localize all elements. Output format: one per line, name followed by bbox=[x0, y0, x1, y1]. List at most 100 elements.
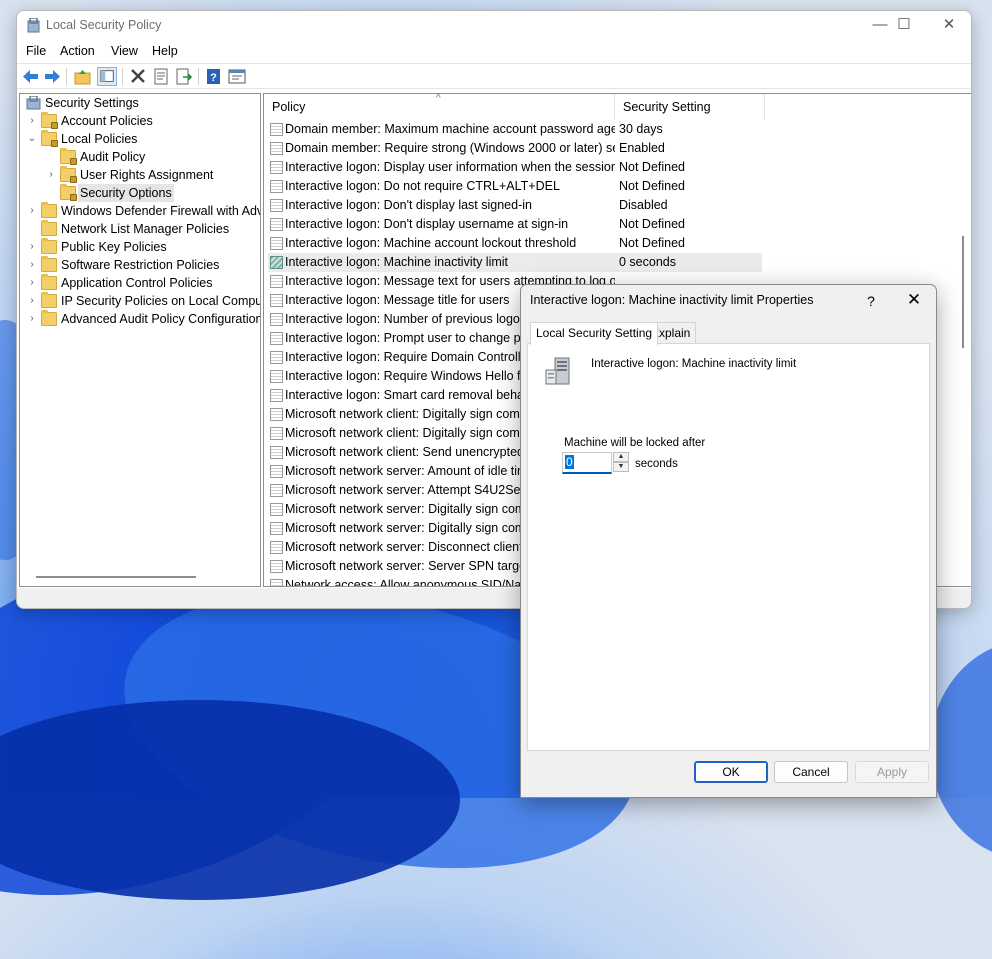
column-header-policy[interactable]: Policy ^ bbox=[264, 94, 615, 120]
menu-help[interactable]: Help bbox=[152, 44, 178, 58]
spin-down-button[interactable]: ▼ bbox=[613, 462, 629, 472]
policy-icon bbox=[270, 465, 283, 478]
policy-name: Interactive logon: Don't display usernam… bbox=[285, 217, 569, 231]
folder-icon bbox=[41, 130, 58, 147]
policy-icon bbox=[270, 332, 283, 345]
tree-item-label: Security Options bbox=[78, 184, 174, 202]
policy-icon bbox=[270, 484, 283, 497]
folder-icon bbox=[41, 202, 57, 218]
menu-file[interactable]: File bbox=[26, 44, 46, 58]
back-icon[interactable] bbox=[21, 67, 41, 86]
cancel-button[interactable]: Cancel bbox=[774, 761, 848, 783]
policy-icon bbox=[270, 446, 283, 459]
collapse-icon[interactable]: ⌄ bbox=[26, 130, 38, 148]
sort-ascending-icon: ^ bbox=[436, 93, 441, 104]
ok-button[interactable]: OK bbox=[694, 761, 768, 783]
dialog-title: Interactive logon: Machine inactivity li… bbox=[530, 293, 814, 307]
policy-icon bbox=[270, 123, 283, 136]
tree-item-label: Account Policies bbox=[61, 114, 153, 128]
policy-icon bbox=[270, 351, 283, 364]
tree-horizontal-scrollbar[interactable] bbox=[36, 576, 196, 578]
export-list-icon[interactable] bbox=[174, 67, 194, 86]
expand-icon[interactable]: › bbox=[26, 238, 38, 256]
policy-icon bbox=[270, 313, 283, 326]
close-button[interactable]: ✕ bbox=[926, 11, 971, 41]
policy-setting: Not Defined bbox=[619, 160, 686, 174]
policy-setting: Not Defined bbox=[619, 236, 686, 250]
policy-name: Interactive logon: Machine inactivity li… bbox=[285, 255, 509, 269]
policy-row[interactable]: Interactive logon: Machine inactivity li… bbox=[268, 253, 762, 272]
tree-item-label: Audit Policy bbox=[80, 150, 146, 164]
lock-overlay-icon bbox=[70, 176, 77, 183]
security-policy-app-icon bbox=[27, 18, 40, 33]
up-folder-icon[interactable] bbox=[73, 67, 93, 86]
policy-row[interactable]: Interactive logon: Don't display last si… bbox=[268, 196, 762, 215]
policy-row[interactable]: Interactive logon: Don't display usernam… bbox=[268, 215, 762, 234]
svg-text:?: ? bbox=[210, 72, 217, 84]
tree-pane[interactable]: Security Settings › Account Policies ⌄ Loca… bbox=[19, 93, 261, 587]
folder-icon bbox=[41, 274, 57, 290]
tree-item-label: IP Security Policies on Local Compute bbox=[61, 294, 261, 308]
delete-icon[interactable] bbox=[128, 67, 148, 86]
policy-icon bbox=[270, 389, 283, 402]
policy-setting: Not Defined bbox=[619, 217, 686, 231]
folder-icon bbox=[41, 256, 57, 272]
inactivity-seconds-value: 0 bbox=[565, 455, 574, 469]
policy-name: Domain member: Maximum machine account p… bbox=[285, 122, 615, 136]
policy-setting: Disabled bbox=[619, 198, 668, 212]
lock-overlay-icon bbox=[70, 194, 77, 201]
spin-up-button[interactable]: ▲ bbox=[613, 452, 629, 462]
policy-row[interactable]: Domain member: Require strong (Windows 2… bbox=[268, 139, 762, 158]
expand-icon[interactable]: › bbox=[26, 112, 38, 130]
policy-setting: 0 seconds bbox=[619, 255, 676, 269]
expand-icon[interactable]: › bbox=[26, 274, 38, 292]
policy-icon bbox=[270, 427, 283, 440]
expand-icon[interactable]: › bbox=[45, 166, 57, 184]
policy-setting: Not Defined bbox=[619, 179, 686, 193]
policy-icon bbox=[270, 275, 283, 288]
dialog-help-button[interactable]: ? bbox=[861, 287, 881, 315]
expand-icon[interactable]: › bbox=[26, 292, 38, 310]
policy-name: Interactive logon: Display user informat… bbox=[285, 160, 615, 174]
properties-icon[interactable] bbox=[151, 67, 171, 86]
expand-icon[interactable]: › bbox=[26, 202, 38, 220]
console-icon[interactable] bbox=[227, 67, 247, 86]
column-header-security-setting[interactable]: Security Setting bbox=[615, 94, 765, 120]
policy-row[interactable]: Interactive logon: Display user informat… bbox=[268, 158, 762, 177]
help-icon[interactable]: ? bbox=[204, 67, 224, 86]
apply-button[interactable]: Apply bbox=[855, 761, 929, 783]
policy-row[interactable]: Interactive logon: Do not require CTRL+A… bbox=[268, 177, 762, 196]
toolbar: ? bbox=[17, 63, 971, 89]
policy-icon bbox=[270, 161, 283, 174]
properties-dialog: Interactive logon: Machine inactivity li… bbox=[520, 284, 937, 798]
policy-icon bbox=[270, 370, 283, 383]
list-vertical-scrollbar[interactable] bbox=[962, 236, 964, 348]
policy-icon bbox=[270, 199, 283, 212]
menu-action[interactable]: Action bbox=[60, 44, 95, 58]
policy-icon bbox=[270, 142, 283, 155]
maximize-button[interactable]: ☐ bbox=[881, 11, 927, 41]
folder-icon bbox=[60, 166, 77, 183]
forward-icon[interactable] bbox=[42, 67, 62, 86]
policy-row[interactable]: Interactive logon: Machine account locko… bbox=[268, 234, 762, 253]
policy-icon bbox=[270, 180, 283, 193]
tab-panel-local-security-setting: Interactive logon: Machine inactivity li… bbox=[527, 343, 930, 751]
policy-name: Domain member: Require strong (Windows 2… bbox=[285, 141, 615, 155]
tree-item-label: Windows Defender Firewall with Adva bbox=[61, 204, 261, 218]
server-computer-icon bbox=[545, 357, 570, 385]
expand-icon[interactable]: › bbox=[26, 256, 38, 274]
policy-row[interactable]: Domain member: Maximum machine account p… bbox=[268, 120, 762, 139]
menu-view[interactable]: View bbox=[111, 44, 138, 58]
policy-setting: Enabled bbox=[619, 141, 665, 155]
folder-icon bbox=[41, 310, 57, 326]
tab-local-security-setting[interactable]: Local Security Setting bbox=[530, 322, 659, 345]
folder-icon bbox=[41, 292, 57, 308]
show-hide-tree-icon[interactable] bbox=[97, 67, 117, 86]
title-bar: Local Security Policy — ☐ ✕ bbox=[17, 11, 971, 41]
folder-icon bbox=[41, 220, 57, 236]
expand-icon[interactable]: › bbox=[26, 310, 38, 328]
policy-icon bbox=[270, 408, 283, 421]
dialog-close-button[interactable]: ✕ bbox=[899, 287, 929, 315]
policy-icon bbox=[270, 237, 283, 250]
policy-icon bbox=[270, 579, 283, 586]
